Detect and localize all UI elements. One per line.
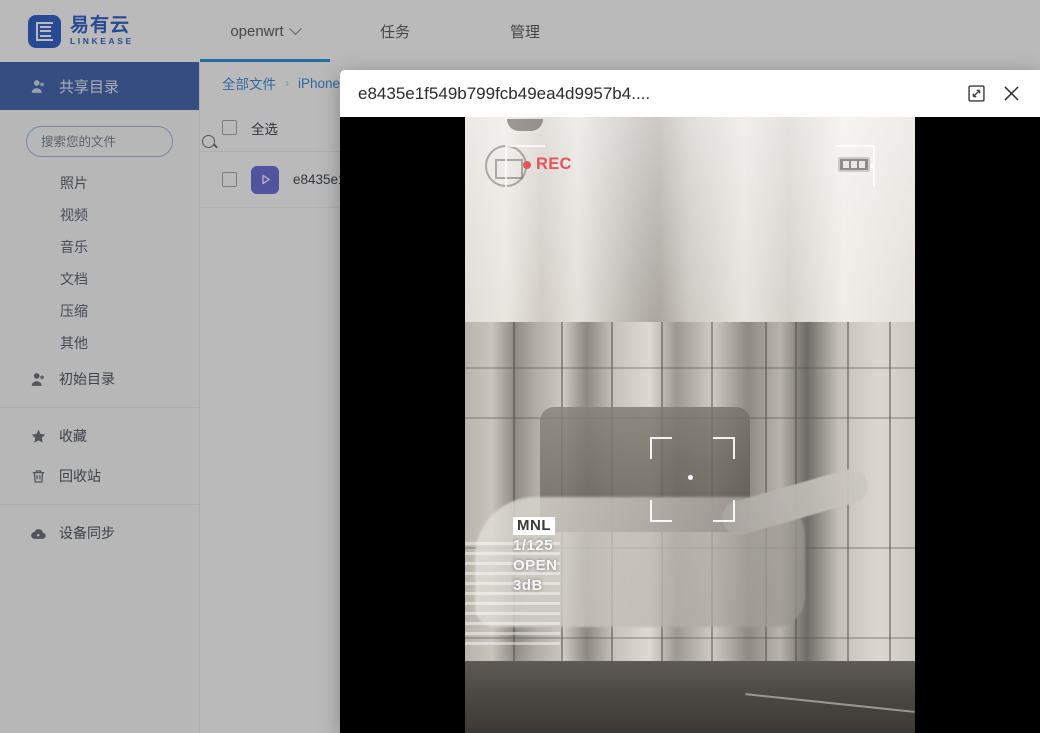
battery-icon: [838, 157, 873, 172]
osd-rec-label: REC: [536, 155, 572, 173]
video-panel-line: [465, 367, 915, 369]
osd-exposure-info: MNL 1/125 OPEN 3dB: [513, 517, 558, 595]
modal-header: e8435e1f549b799fcb49ea4d9957b4....: [340, 70, 1040, 117]
video-floor: [465, 661, 915, 733]
video-panel-line: [889, 322, 891, 677]
osd-rec-indicator: REC: [523, 155, 572, 174]
osd-iris-label: OPEN: [513, 557, 558, 574]
osd-focus-dot: [688, 475, 693, 480]
osd-mode-label: MNL: [513, 517, 555, 535]
modal-title: e8435e1f549b799fcb49ea4d9957b4....: [358, 83, 651, 103]
expand-icon[interactable]: [966, 83, 987, 104]
app-root: 易有云 LINKEASE openwrt 任务 管理 共享目录 搜索您的文件 照…: [0, 0, 1040, 733]
modal-body: REC MNL 1/125 OPEN 3dB: [340, 117, 1040, 733]
video-preview-modal: e8435e1f549b799fcb49ea4d9957b4.... REC M…: [340, 70, 1040, 733]
osd-shutter-label: 1/125: [513, 537, 554, 554]
video-player[interactable]: REC MNL 1/125 OPEN 3dB: [465, 117, 915, 733]
osd-gain-label: 3dB: [513, 577, 543, 594]
close-icon[interactable]: [1001, 83, 1022, 104]
osd-focus-box: [650, 437, 735, 522]
rec-dot-icon: [523, 160, 531, 169]
